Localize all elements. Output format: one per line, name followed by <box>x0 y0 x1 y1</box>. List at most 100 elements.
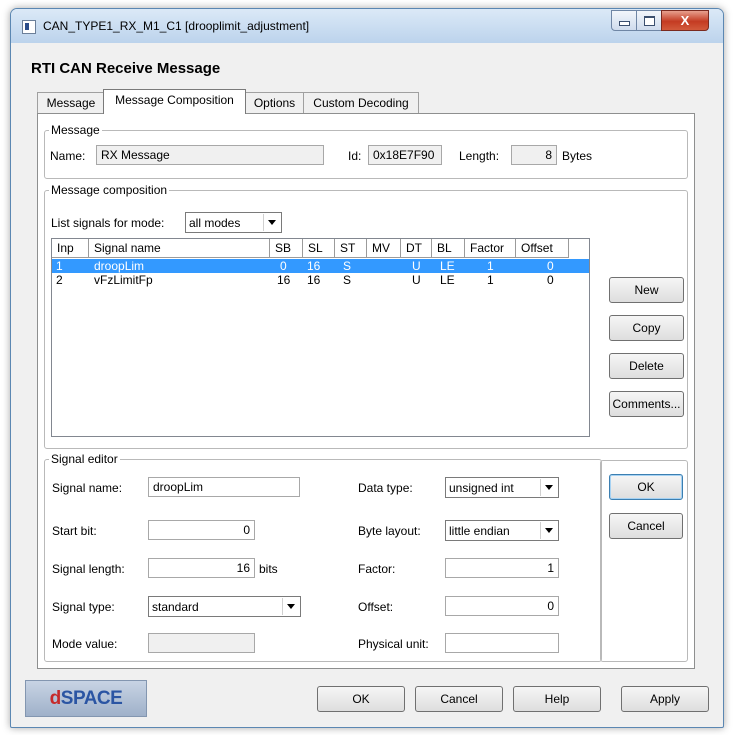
cell-st: S <box>343 259 352 273</box>
physical-unit-input[interactable] <box>445 633 559 653</box>
start-bit-label: Start bit: <box>52 524 97 538</box>
column-header-signal-name[interactable]: Signal name <box>89 239 270 258</box>
data-type-select[interactable]: unsigned int <box>445 477 559 498</box>
close-button[interactable]: X <box>661 10 709 31</box>
cell-bl: LE <box>440 273 455 287</box>
signal-length-input[interactable]: 16 <box>148 558 255 578</box>
maximize-icon <box>643 15 655 26</box>
physical-unit-label: Physical unit: <box>358 637 429 651</box>
data-type-label: Data type: <box>358 481 413 495</box>
factor-input[interactable]: 1 <box>445 558 559 578</box>
signal-length-label: Signal length: <box>52 562 125 576</box>
factor-label: Factor: <box>358 562 396 576</box>
length-label: Length: <box>459 149 500 163</box>
signal-type-label: Signal type: <box>52 600 115 614</box>
cell-bl: LE <box>440 259 455 273</box>
title-bar[interactable]: CAN_TYPE1_RX_M1_C1 [drooplimit_adjustmen… <box>11 9 723 43</box>
composition-group-legend: Message composition <box>51 183 168 197</box>
id-label: Id: <box>348 149 362 163</box>
signal-name-input[interactable]: droopLim <box>148 477 300 497</box>
chevron-down-icon[interactable] <box>282 598 299 615</box>
maximize-button[interactable] <box>636 10 662 31</box>
help-button[interactable]: Help <box>513 686 601 712</box>
copy-button[interactable]: Copy <box>609 315 684 341</box>
bits-label: bits <box>259 562 278 576</box>
tab-message[interactable]: Message <box>37 92 105 113</box>
table-row[interactable]: 1 droopLim 0 16 S U LE 1 0 <box>52 259 589 273</box>
editor-ok-button[interactable]: OK <box>609 474 683 500</box>
editor-cancel-button[interactable]: Cancel <box>609 513 683 539</box>
offset-label: Offset: <box>358 600 394 614</box>
delete-button[interactable]: Delete <box>609 353 684 379</box>
ok-button[interactable]: OK <box>317 686 405 712</box>
minimize-icon <box>618 21 630 26</box>
signal-name-label: Signal name: <box>52 481 123 495</box>
list-mode-label: List signals for mode: <box>51 216 165 230</box>
column-header-dt[interactable]: DT <box>401 239 432 258</box>
signal-type-value: standard <box>152 600 199 614</box>
column-header-st[interactable]: ST <box>335 239 367 258</box>
list-mode-value: all modes <box>189 216 241 230</box>
app-icon <box>22 20 36 34</box>
bytes-label: Bytes <box>562 149 593 163</box>
tab-custom-decoding[interactable]: Custom Decoding <box>303 92 419 113</box>
dialog-heading: RTI CAN Receive Message <box>31 60 221 77</box>
column-header-bl[interactable]: BL <box>432 239 465 258</box>
start-bit-input[interactable]: 0 <box>148 520 255 540</box>
mode-value-label: Mode value: <box>52 637 118 651</box>
cell-sl: 16 <box>307 273 321 287</box>
new-button[interactable]: New <box>609 277 684 303</box>
cell-signal-name: vFzLimitFp <box>94 273 153 287</box>
byte-layout-value: little endian <box>449 524 510 538</box>
cell-offset: 0 <box>547 273 554 287</box>
chevron-down-icon[interactable] <box>540 479 557 496</box>
chevron-down-icon[interactable] <box>540 522 557 539</box>
cell-dt: U <box>412 259 421 273</box>
message-name-field: RX Message <box>96 145 324 165</box>
name-label: Name: <box>50 149 86 163</box>
cell-sb: 0 <box>280 259 287 273</box>
column-header-sl[interactable]: SL <box>303 239 335 258</box>
column-header-mv[interactable]: MV <box>367 239 401 258</box>
tab-panel: Message Name: RX Message Id: 0x18E7F90 L… <box>37 113 695 669</box>
cell-factor: 1 <box>487 259 494 273</box>
table-row[interactable]: 2 vFzLimitFp 16 16 S U LE 1 0 <box>52 273 589 287</box>
cancel-button[interactable]: Cancel <box>415 686 503 712</box>
window-title: CAN_TYPE1_RX_M1_C1 [drooplimit_adjustmen… <box>43 19 310 33</box>
cell-sl: 16 <box>307 259 321 273</box>
offset-input[interactable]: 0 <box>445 596 559 616</box>
cell-offset: 0 <box>547 259 554 273</box>
cell-factor: 1 <box>487 273 494 287</box>
column-header-sb[interactable]: SB <box>270 239 303 258</box>
comments-button[interactable]: Comments... <box>609 391 684 417</box>
message-length-field: 8 <box>511 145 557 165</box>
chevron-down-icon[interactable] <box>263 214 280 231</box>
byte-layout-select[interactable]: little endian <box>445 520 559 541</box>
list-mode-select[interactable]: all modes <box>185 212 282 233</box>
mode-value-input <box>148 633 255 653</box>
signal-list[interactable]: Inp Signal name SB SL ST MV DT BL Factor… <box>51 238 590 437</box>
tab-options[interactable]: Options <box>244 92 305 113</box>
cell-st: S <box>343 273 352 287</box>
cell-sb: 16 <box>277 273 291 287</box>
dspace-logo: dSPACE <box>25 680 147 717</box>
cell-inp: 2 <box>56 273 63 287</box>
byte-layout-label: Byte layout: <box>358 524 421 538</box>
apply-button[interactable]: Apply <box>621 686 709 712</box>
minimize-button[interactable] <box>611 10 637 31</box>
column-header-factor[interactable]: Factor <box>465 239 516 258</box>
data-type-value: unsigned int <box>449 481 514 495</box>
cell-signal-name: droopLim <box>94 259 145 273</box>
column-header-offset[interactable]: Offset <box>516 239 569 258</box>
column-header-inp[interactable]: Inp <box>52 239 89 258</box>
logo-text: dSPACE <box>49 687 123 709</box>
tab-message-composition[interactable]: Message Composition <box>103 89 246 114</box>
signal-editor-legend: Signal editor <box>51 452 118 466</box>
cell-dt: U <box>412 273 421 287</box>
signal-type-select[interactable]: standard <box>148 596 301 617</box>
message-group-legend: Message <box>51 123 100 137</box>
cell-inp: 1 <box>56 259 63 273</box>
signal-list-header: Inp Signal name SB SL ST MV DT BL Factor… <box>52 239 589 259</box>
close-icon: X <box>680 13 690 28</box>
dialog-window: CAN_TYPE1_RX_M1_C1 [drooplimit_adjustmen… <box>10 8 724 728</box>
